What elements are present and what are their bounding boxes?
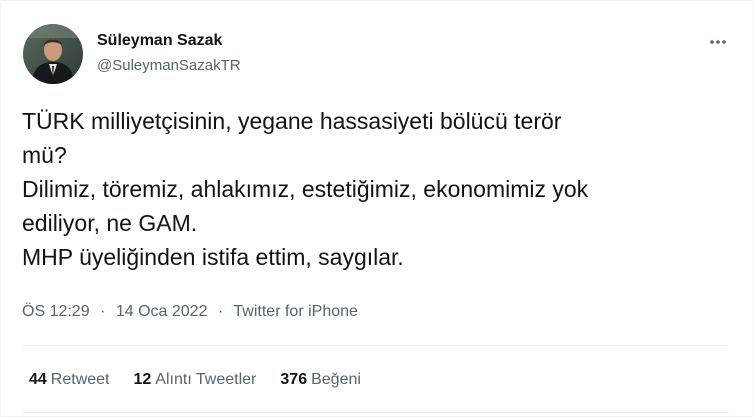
quotes-stat[interactable]: 12 Alıntı Tweetler <box>134 371 257 389</box>
tweet-time[interactable]: ÖS 12:29 <box>22 303 90 320</box>
more-options-button[interactable] <box>705 29 731 55</box>
quotes-label: Alıntı Tweetler <box>155 371 257 388</box>
likes-label: Beğeni <box>311 371 361 388</box>
avatar-image <box>23 24 83 84</box>
tweet-meta: ÖS 12:29 · 14 Oca 2022 · Twitter for iPh… <box>22 303 358 321</box>
retweets-stat[interactable]: 44 Retweet <box>29 371 110 389</box>
tweet-text: TÜRK milliyetçisinin, yegane hassasiyeti… <box>22 104 737 274</box>
tweet-line: mü? <box>22 142 67 168</box>
tweet-source[interactable]: Twitter for iPhone <box>233 303 358 320</box>
tweet-line: Dilimiz, töremiz, ahlakımız, estetiğimiz… <box>22 176 589 202</box>
retweets-label: Retweet <box>50 371 110 388</box>
divider <box>22 345 729 346</box>
author-name[interactable]: Süleyman Sazak <box>97 32 222 50</box>
retweets-count: 44 <box>29 371 47 388</box>
likes-stat[interactable]: 376 Beğeni <box>280 371 361 389</box>
divider <box>22 412 729 413</box>
meta-separator: · <box>100 303 106 320</box>
tweet-date[interactable]: 14 Oca 2022 <box>116 303 208 320</box>
tweet-line: ediliyor, ne GAM. <box>22 210 198 236</box>
tweet-card: Süleyman Sazak @SuleymanSazakTR TÜRK mil… <box>0 0 754 417</box>
likes-count: 376 <box>280 371 308 388</box>
meta-separator: · <box>217 303 224 320</box>
avatar[interactable] <box>23 24 83 84</box>
more-horizontal-icon <box>710 40 726 44</box>
tweet-line: TÜRK milliyetçisinin, yegane hassasiyeti… <box>22 108 562 134</box>
tweet-stats: 44 Retweet 12 Alıntı Tweetler 376 Beğeni <box>29 371 361 389</box>
quotes-count: 12 <box>133 371 152 388</box>
tweet-line: MHP üyeliğinden istifa ettim, saygılar. <box>22 244 404 270</box>
author-handle[interactable]: @SuleymanSazakTR <box>97 57 241 74</box>
